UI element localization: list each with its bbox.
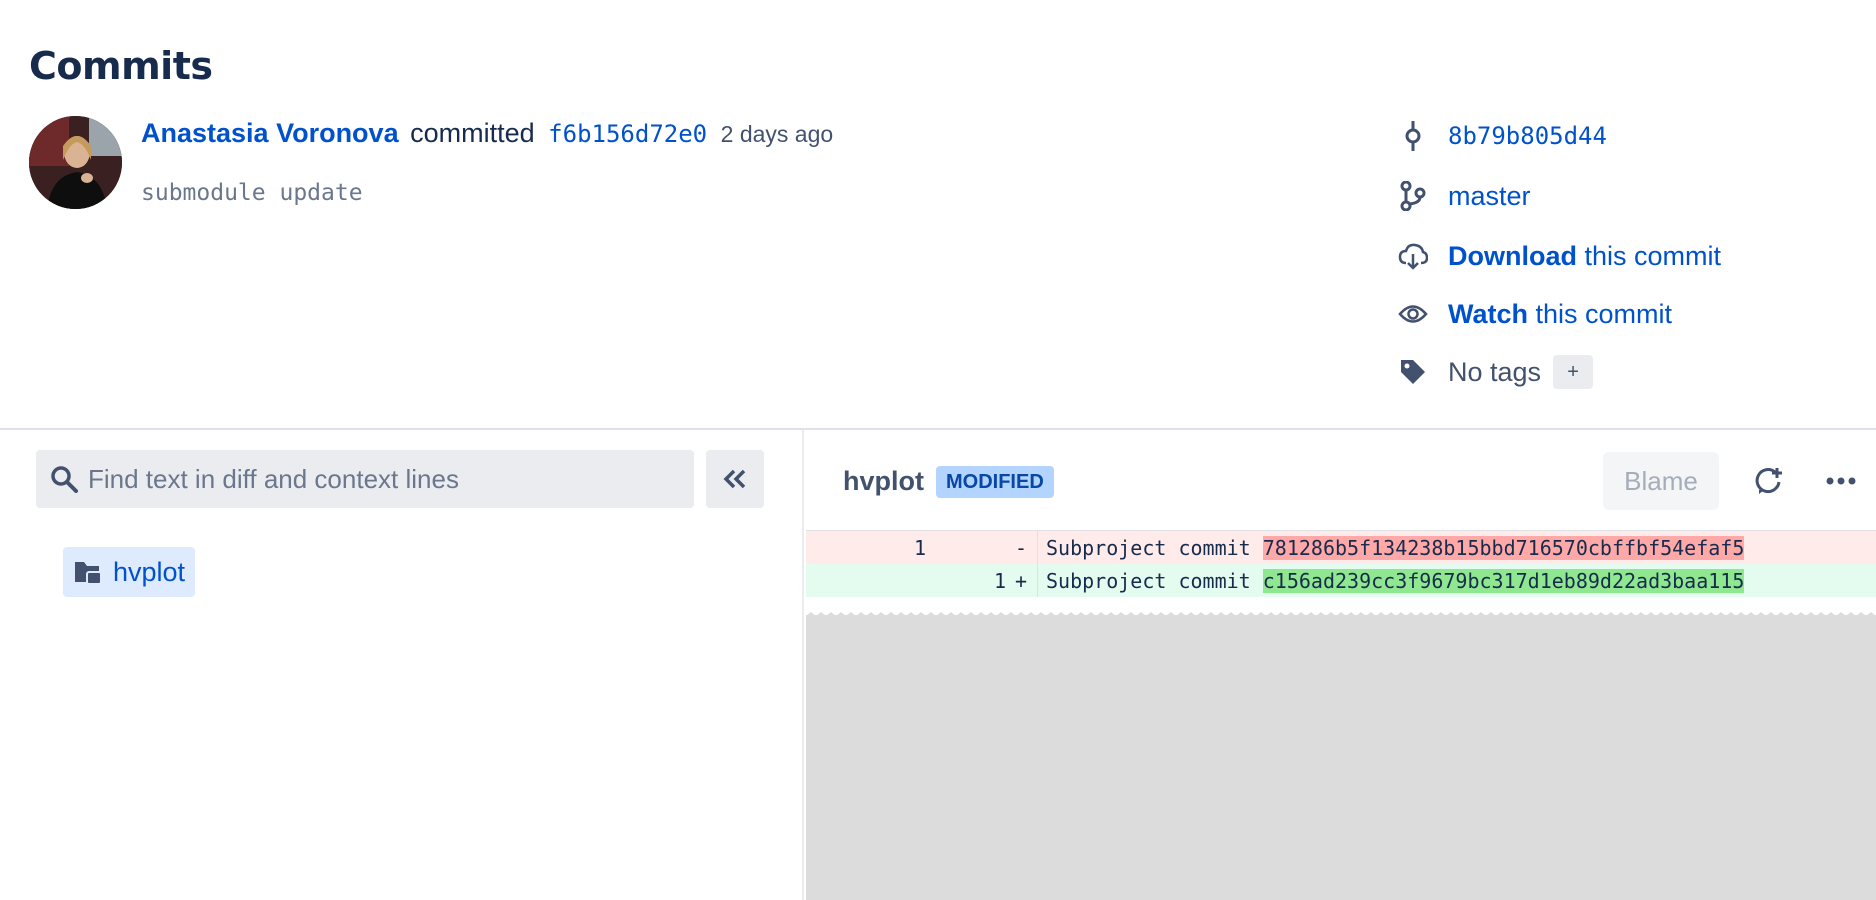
watch-row[interactable]: Watch this commit	[1398, 294, 1672, 334]
diff-search	[36, 450, 694, 508]
code-prefix: Subproject commit	[1046, 535, 1263, 560]
collapse-sidebar-button[interactable]	[706, 450, 764, 508]
add-comment-icon	[1755, 468, 1782, 494]
blame-button[interactable]: Blame	[1603, 452, 1719, 510]
code-line: Subproject commit 781286b5f134238b15bbd7…	[1046, 535, 1745, 560]
commit-message: submodule update	[141, 180, 363, 206]
commit-icon	[1398, 121, 1428, 151]
diff-line-deleted: 1 - Subproject commit 781286b5f134238b15…	[806, 531, 1876, 564]
download-row[interactable]: Download this commit	[1398, 236, 1721, 276]
gutter-separator	[1037, 564, 1038, 597]
branch-row: master	[1398, 176, 1531, 216]
commit-verb: committed	[410, 118, 535, 148]
eye-icon	[1398, 299, 1428, 329]
diff-file-name: hvplot	[843, 466, 924, 496]
watch-link[interactable]: Watch this commit	[1448, 299, 1672, 330]
tags-text: No tags	[1448, 356, 1542, 387]
add-tag-button[interactable]: +	[1553, 355, 1594, 389]
diff-sign: -	[1014, 535, 1028, 560]
diff-empty-area	[806, 615, 1876, 900]
diff-file-header: hvplot MODIFIED Blame	[806, 430, 1876, 531]
file-tree-label[interactable]: hvplot	[113, 557, 185, 588]
gutter-separator	[1037, 531, 1038, 564]
old-line-number[interactable]: 1	[806, 536, 926, 560]
tags-row: No tags +	[1398, 352, 1594, 392]
avatar[interactable]	[29, 116, 122, 209]
code-line: Subproject commit c156ad239cc3f9679bc317…	[1046, 568, 1745, 593]
page-title: Commits	[29, 44, 213, 88]
new-line-number[interactable]: 1	[926, 569, 1006, 593]
commit-summary: Anastasia Voronova committed f6b156d72e0…	[141, 118, 833, 149]
parent-commit-row: 8b79b805d44	[1398, 116, 1607, 156]
search-icon	[50, 465, 78, 493]
commit-time: 2 days ago	[720, 121, 834, 147]
watch-rest[interactable]: this commit	[1536, 299, 1673, 329]
download-label[interactable]: Download	[1448, 241, 1577, 271]
diff-sign: +	[1014, 568, 1028, 593]
diff-table: 1 - Subproject commit 781286b5f134238b15…	[806, 531, 1876, 597]
author-link[interactable]: Anastasia Voronova	[141, 118, 399, 148]
pane-divider	[802, 430, 804, 900]
folder-icon	[75, 562, 102, 585]
branch-icon	[1398, 181, 1428, 211]
download-rest[interactable]: this commit	[1585, 241, 1722, 271]
tag-icon	[1398, 357, 1428, 387]
code-prefix: Subproject commit	[1046, 568, 1263, 593]
parent-commit-link[interactable]: 8b79b805d44	[1448, 122, 1607, 150]
diff-line-added: 1 + Subproject commit c156ad239cc3f9679b…	[806, 564, 1876, 597]
removed-hash: 781286b5f134238b15bbd716570cbffbf54efaf5	[1262, 535, 1745, 560]
status-badge: MODIFIED	[936, 466, 1054, 498]
more-actions-button[interactable]	[1812, 452, 1870, 510]
commit-hash-link[interactable]: f6b156d72e0	[548, 120, 707, 148]
cloud-download-icon	[1398, 241, 1428, 271]
added-hash: c156ad239cc3f9679bc317d1eb89d22ad3baa115	[1262, 568, 1745, 593]
download-link[interactable]: Download this commit	[1448, 241, 1721, 272]
add-comment-button[interactable]	[1739, 452, 1797, 510]
branch-link[interactable]: master	[1448, 181, 1531, 212]
double-chevron-left-icon	[723, 469, 746, 489]
watch-label[interactable]: Watch	[1448, 299, 1528, 329]
search-input[interactable]	[86, 462, 680, 496]
avatar-image	[29, 116, 122, 209]
file-tree-item[interactable]: hvplot	[63, 547, 196, 597]
more-icon	[1826, 477, 1856, 485]
